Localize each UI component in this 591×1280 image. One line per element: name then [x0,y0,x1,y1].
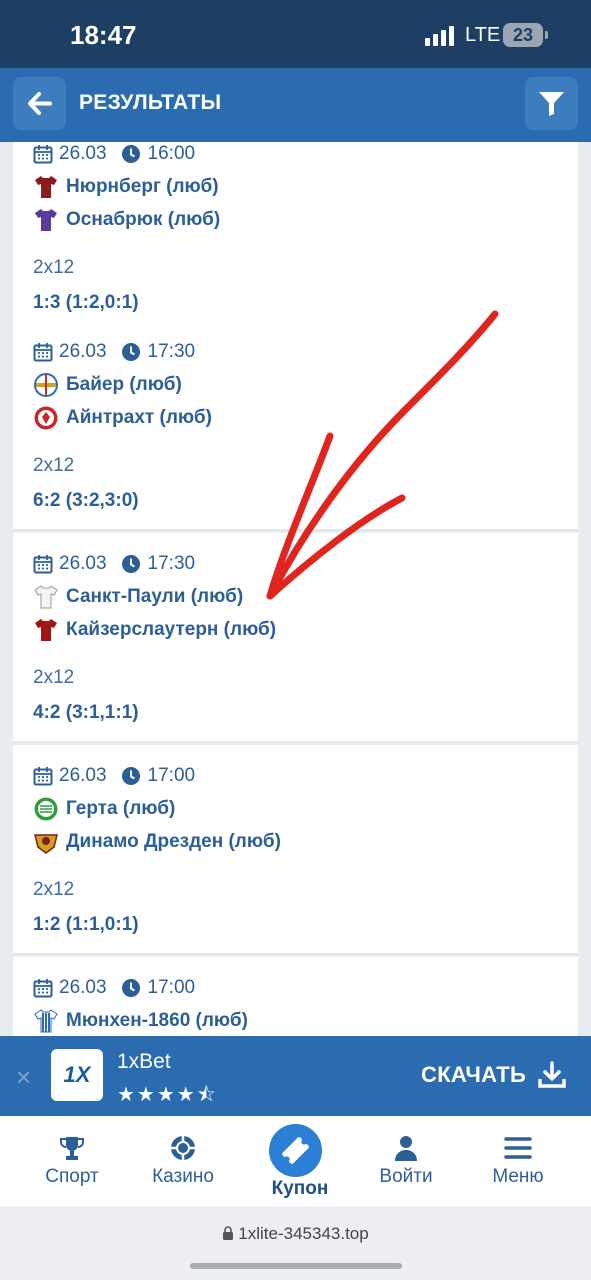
match-time: 17:30 [147,341,196,362]
nav-label: Войти [379,1166,433,1187]
url-text[interactable]: 1xlite-345343.top [0,1224,591,1244]
match-format: 2x12 [33,257,75,278]
team-jersey-icon [35,209,57,231]
match-score: 1:3 (1:2,0:1) [33,292,139,313]
nav-coupon[interactable]: Купон [250,1116,350,1206]
signal-icon [425,26,454,46]
match-score: 4:2 (3:1,1:1) [33,702,139,723]
match-date: 26.03 [59,977,107,998]
match-format: 2x12 [33,879,75,900]
download-button[interactable]: СКАЧАТЬ [421,1062,526,1088]
match-card[interactable]: 26.03 17:30 Байер (люб) Айнтрахт (люб) 2… [13,321,578,531]
match-card[interactable]: 26.03 17:00 Мюнхен-1860 (люб) [13,957,578,1036]
results-list[interactable]: 26.03 16:00 Нюрнберг (люб) Оснабрюк (люб… [13,142,578,1036]
clock-icon [121,767,140,785]
match-score: 6:2 (3:2,3:0) [33,490,139,511]
match-date: 26.03 [59,341,107,362]
match-time: 17:30 [147,553,196,574]
coupon-circle [269,1124,322,1177]
hamburger-menu-icon [504,1137,532,1159]
battery-icon: 23 [503,23,548,47]
arrow-left-icon [28,92,52,115]
nav-label: Спорт [45,1166,99,1187]
match-time: 16:00 [147,143,196,164]
home-team: Герта (люб) [33,795,175,823]
calendar-icon [33,767,53,786]
browser-url-bar: 1xlite-345343.top [0,1206,591,1280]
status-bar: 18:47 LTE 23 [0,0,591,68]
match-score: 1:2 (1:1,0:1) [33,914,139,935]
user-icon [395,1136,417,1161]
nav-menu[interactable]: Меню [468,1116,568,1206]
close-banner-button[interactable]: × [16,1062,31,1093]
app-download-banner: × 1X 1xBet ★★★★⯪ СКАЧАТЬ [0,1036,591,1116]
match-meta: 26.03 17:00 [33,764,195,788]
bottom-navigation: Спорт Казино Купон Войти Меню [0,1116,591,1206]
filter-button[interactable] [525,77,578,130]
ticket-icon [282,1137,309,1164]
clock-icon [121,555,140,573]
match-date: 26.03 [59,553,107,574]
clock-icon [121,343,140,361]
match-meta: 26.03 17:00 [33,976,195,1000]
calendar-icon [33,555,53,574]
clock-icon [121,145,140,163]
match-meta: 26.03 17:30 [33,552,195,576]
team-crest-icon [34,834,58,854]
nav-login[interactable]: Войти [356,1116,456,1206]
network-label: LTE [465,24,501,46]
status-time: 18:47 [70,20,137,50]
page-title: РЕЗУЛЬТАТЫ [79,91,222,114]
app-logo: 1X [51,1049,103,1101]
match-format: 2x12 [33,455,75,476]
calendar-icon [33,979,53,998]
lock-icon [223,1226,234,1240]
home-team: Нюрнберг (люб) [33,173,219,201]
home-indicator[interactable] [190,1263,402,1269]
calendar-icon [33,145,53,164]
clock-icon [121,979,140,997]
team-jersey-icon [34,585,58,609]
match-card[interactable]: 26.03 16:00 Нюрнберг (люб) Оснабрюк (люб… [13,142,578,333]
rating-stars: ★★★★⯪ [117,1084,218,1106]
calendar-icon [33,343,53,362]
back-button[interactable] [13,77,66,130]
home-team: Байер (люб) [33,371,182,399]
match-card[interactable]: 26.03 17:30 Санкт-Паули (люб) Кайзерслау… [13,533,578,743]
app-header: РЕЗУЛЬТАТЫ [0,68,591,142]
nav-casino[interactable]: Казино [133,1116,233,1206]
nav-label: Казино [152,1166,214,1187]
home-team: Мюнхен-1860 (люб) [33,1007,248,1035]
casino-chip-icon [171,1136,195,1160]
team-jersey-icon [35,619,57,641]
away-team: Динамо Дрезден (люб) [33,828,281,856]
nav-label: Меню [492,1166,544,1187]
match-time: 17:00 [147,765,196,786]
nav-sport[interactable]: Спорт [22,1116,122,1206]
match-time: 17:00 [147,977,196,998]
match-meta: 26.03 17:30 [33,340,195,364]
away-team: Кайзерслаутерн (люб) [33,616,276,644]
team-jersey-icon [34,1009,58,1033]
away-team: Айнтрахт (люб) [33,404,212,432]
download-icon[interactable] [537,1060,567,1090]
match-date: 26.03 [59,143,107,164]
team-crest-icon [34,406,58,430]
match-format: 2x12 [33,667,75,688]
team-crest-icon [34,797,58,821]
away-team: Оснабрюк (люб) [33,206,220,234]
team-crest-icon [34,373,58,397]
trophy-icon [60,1137,84,1160]
home-team: Санкт-Паули (люб) [33,583,243,611]
app-name: 1xBet [117,1050,171,1073]
filter-icon [539,92,564,116]
match-card[interactable]: 26.03 17:00 Герта (люб) Динамо Дрезден (… [13,745,578,955]
match-date: 26.03 [59,765,107,786]
nav-label: Купон [271,1178,329,1199]
team-jersey-icon [35,176,57,198]
match-meta: 26.03 16:00 [33,142,195,166]
